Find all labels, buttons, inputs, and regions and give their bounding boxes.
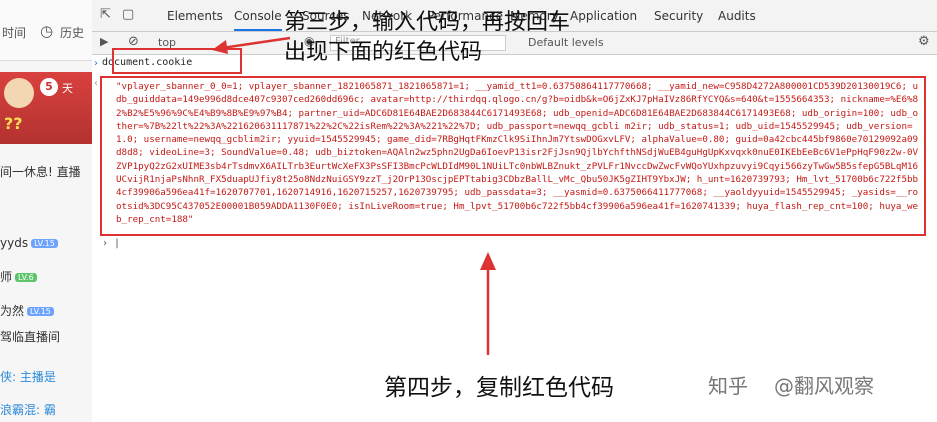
step4-annotation: 第四步，复制红色代码 xyxy=(384,375,614,401)
step3-annotation-line1: 第三步，输入代码，再按回车 xyxy=(284,10,571,35)
arrow-to-command xyxy=(221,36,291,50)
watermark-author: @翻风观察 xyxy=(774,374,874,398)
watermark-platform: 知乎 xyxy=(708,374,748,398)
step3-annotation-line2: 出现下面的红色代码 xyxy=(284,40,483,65)
arrowhead-icon xyxy=(212,40,228,54)
arrowhead-icon xyxy=(480,252,496,270)
